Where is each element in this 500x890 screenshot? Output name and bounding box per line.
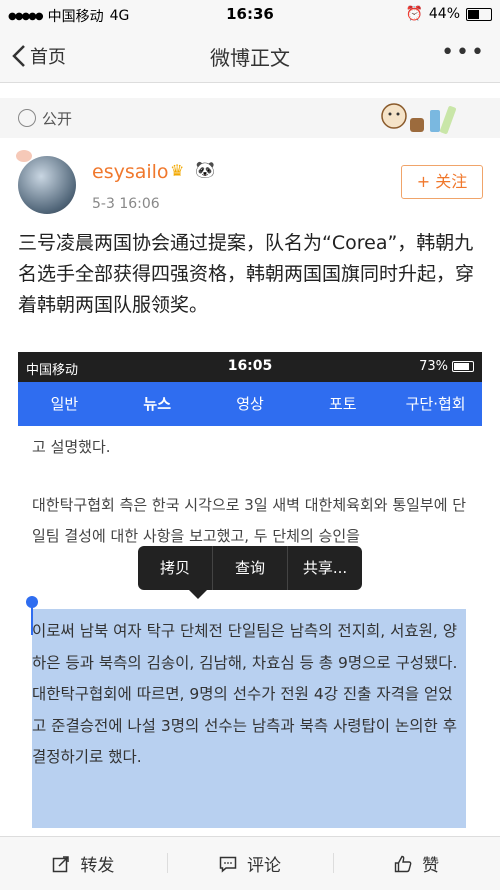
follow-button[interactable]: + 关注 (401, 165, 483, 199)
comment-label: 评论 (247, 856, 281, 876)
embedded-status-bar: 中国移动 16:05 73% (18, 352, 482, 382)
context-menu: 拷贝 查询 共享... (138, 546, 362, 590)
embedded-tab-bar: 일반 뉴스 영상 포토 구단·협회 (18, 382, 482, 426)
page-title: 微博正文 (210, 46, 290, 70)
embedded-battery-icon (452, 361, 474, 372)
like-button[interactable]: 赞 (333, 837, 500, 890)
repost-button[interactable]: 转发 (0, 837, 167, 890)
battery-percent: 44% (428, 6, 460, 22)
comment-button[interactable]: 评论 (166, 837, 334, 890)
embedded-tab: 뉴스 (143, 395, 171, 413)
context-menu-share: 共享... (302, 559, 348, 577)
vip-crown-icon: ♛ (170, 161, 185, 180)
embedded-battery-percent: 73% (419, 359, 448, 374)
post-timestamp: 5-3 16:06 (92, 196, 160, 212)
nav-bar: 首页 微博正文 ••• (0, 30, 500, 83)
status-bar: ●●●●● 中国移动 4G 16:36 ⏰ 44% (0, 0, 500, 30)
embedded-tab: 구단·협회 (405, 395, 466, 413)
embedded-paragraph: 고 설명했다. (32, 438, 111, 456)
avatar[interactable] (18, 156, 76, 214)
context-menu-pointer (189, 590, 207, 599)
comment-icon (219, 856, 237, 873)
pig-badge-icon (16, 150, 32, 162)
thumbs-up-icon (394, 855, 412, 872)
battery-icon (466, 7, 492, 21)
alarm-icon: ⏰ (405, 6, 423, 22)
decoration-sticker-icon (381, 103, 456, 134)
context-menu-lookup: 查询 (213, 546, 288, 590)
embedded-tab: 포토 (328, 395, 357, 413)
embedded-article: 고 설명했다. 대한탁구협회 측은 한국 시각으로 3일 새벽 대한체육회와 통… (18, 426, 482, 828)
like-label: 赞 (422, 856, 440, 876)
selected-paragraph: 이로써 남북 여자 탁구 단체전 단일팀은 남측의 전지희, 서효원, 양하은 … (32, 622, 458, 766)
bottom-action-bar: 转发 评论 赞 (0, 836, 500, 890)
embedded-clock: 16:05 (227, 358, 273, 374)
embedded-tab: 영상 (236, 395, 264, 413)
repost-label: 转发 (80, 856, 115, 876)
post-text: 三号凌晨两国协会通过提案，队名为“Corea”，韩朝九名选手全部获得四强资格，韩… (18, 232, 475, 316)
context-menu-copy: 拷贝 (138, 546, 213, 590)
embedded-paragraph: 대한탁구협회 측은 한국 시각으로 3일 새벽 대한체육회와 통일부에 단일팀 … (32, 496, 467, 545)
globe-icon (18, 109, 36, 127)
more-button[interactable]: ••• (441, 40, 486, 65)
embedded-tab: 일반 (50, 395, 79, 413)
embedded-screenshot[interactable]: 中国移动 16:05 73% 일반 뉴스 영상 포토 구단·협회 고 설명했다.… (18, 352, 482, 828)
panda-badge-icon: 🐼 (195, 160, 215, 179)
visibility-label: 公开 (42, 110, 73, 128)
repost-icon (53, 855, 70, 872)
username[interactable]: esysailo (92, 161, 169, 183)
